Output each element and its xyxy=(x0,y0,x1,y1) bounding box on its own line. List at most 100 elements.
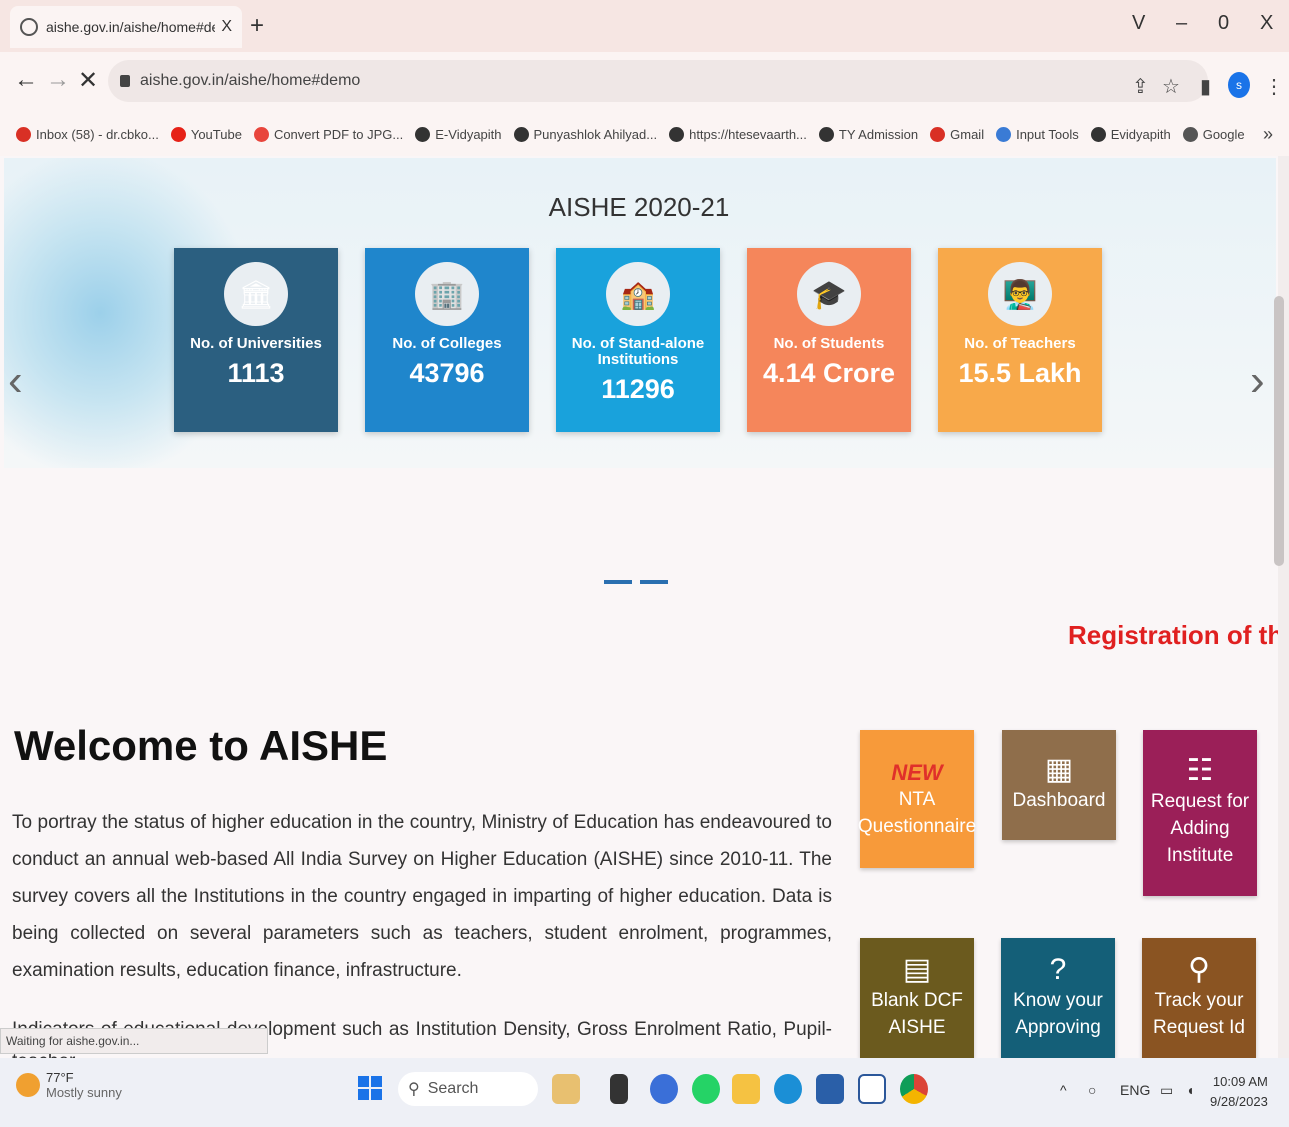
carousel-next-button[interactable]: › xyxy=(1250,356,1265,406)
bookmark-item[interactable]: https://htesevaarth... xyxy=(669,126,807,142)
start-button[interactable] xyxy=(358,1076,382,1100)
tile-label: Know your Approving xyxy=(1013,989,1103,1038)
stat-card[interactable]: 👨‍🏫 No. of Teachers 15.5 Lakh xyxy=(938,248,1102,432)
bookmark-label: E-Vidyapith xyxy=(435,126,502,142)
minimize-button[interactable]: – xyxy=(1176,12,1187,35)
student-icon: 🎓 xyxy=(797,262,861,326)
taskbar-search[interactable]: ⚲ Search xyxy=(398,1072,538,1106)
bookmark-item[interactable]: YouTube xyxy=(170,126,242,142)
carousel-dot[interactable] xyxy=(640,580,668,584)
stat-value: 4.14 Crore xyxy=(762,358,896,388)
taskbar-clock[interactable]: 10:09 AM 9/28/2023 xyxy=(1210,1072,1268,1112)
hero-title: AISHE 2020-21 xyxy=(548,192,730,222)
bookmark-item[interactable]: Gmail xyxy=(930,126,985,142)
back-arrow-icon[interactable]: ← xyxy=(14,66,38,94)
stat-card[interactable]: 🏛 No. of Universities 1113 xyxy=(174,248,338,432)
stat-card[interactable]: 🎓 No. of Students 4.14 Crore xyxy=(747,248,911,432)
stat-card[interactable]: 🏫 No. of Stand-alone Institutions 11296 xyxy=(556,248,720,432)
teacher-icon: 👨‍🏫 xyxy=(988,262,1052,326)
tab-close-icon[interactable]: X xyxy=(221,18,232,36)
tab-title: aishe.gov.in/aishe/home#demo xyxy=(46,19,215,35)
carousel-prev-button[interactable]: ‹ xyxy=(8,356,23,406)
stat-label: No. of Stand-alone Institutions xyxy=(571,335,705,368)
lock-icon xyxy=(120,75,130,87)
stat-value: 15.5 Lakh xyxy=(958,358,1082,388)
profile-avatar[interactable]: s xyxy=(1228,72,1250,98)
page-scrollbar[interactable] xyxy=(1278,156,1289,1058)
menu-kebab-icon[interactable]: ⋮ xyxy=(1264,74,1284,99)
carousel-indicators xyxy=(604,580,668,584)
close-window-button[interactable]: X xyxy=(1260,12,1273,35)
tile-label: Track your Request Id xyxy=(1153,989,1245,1038)
address-bar[interactable]: aishe.gov.in/aishe/home#demo xyxy=(108,60,1208,102)
new-tab-button[interactable]: + xyxy=(250,12,264,40)
widgets-app-icon[interactable] xyxy=(552,1074,580,1104)
forward-arrow-icon[interactable]: → xyxy=(46,66,70,94)
word-app-icon[interactable] xyxy=(858,1074,886,1104)
stat-label: No. of Teachers xyxy=(964,335,1076,352)
bookmark-label: https://htesevaarth... xyxy=(689,126,807,142)
onedrive-icon[interactable]: ○ xyxy=(1088,1082,1096,1098)
bookmark-star-icon[interactable]: ☆ xyxy=(1162,74,1180,99)
page-scrollbar-thumb[interactable] xyxy=(1274,296,1284,566)
quick-link-tile[interactable]: ▤ Blank DCF AISHE xyxy=(860,938,974,1058)
url-text: aishe.gov.in/aishe/home#demo xyxy=(140,72,361,89)
volume-icon[interactable]: ◖ xyxy=(1186,1082,1194,1098)
store-app-icon[interactable] xyxy=(816,1074,844,1104)
side-panel-icon[interactable]: ▮ xyxy=(1200,74,1211,99)
welcome-paragraph: To portray the status of higher educatio… xyxy=(12,812,832,981)
edge-browser-icon[interactable] xyxy=(774,1074,802,1104)
bookmarks-overflow-button[interactable]: » xyxy=(1263,124,1273,145)
bookmark-item[interactable]: Inbox (58) - dr.cbko... xyxy=(16,126,159,142)
sun-icon xyxy=(16,1073,40,1097)
quick-link-tile[interactable]: ☷ Request for Adding Institute xyxy=(1143,730,1257,896)
quick-link-tile[interactable]: ▦ Dashboard xyxy=(1002,730,1116,840)
bookmark-item[interactable]: E-Vidyapith xyxy=(415,126,502,142)
registration-marquee[interactable]: Registration of the xyxy=(1068,620,1278,651)
chat-app-icon[interactable] xyxy=(650,1074,678,1104)
tile-label: Blank DCF AISHE xyxy=(871,989,963,1038)
bookmark-label: Gmail xyxy=(950,126,985,142)
quick-link-tile[interactable]: NEW NTA Questionnaire xyxy=(858,730,976,868)
clock-time: 10:09 AM xyxy=(1212,1074,1268,1089)
share-icon[interactable]: ⇪ xyxy=(1132,74,1149,99)
clock-date: 9/28/2023 xyxy=(1210,1094,1268,1109)
file-explorer-icon[interactable] xyxy=(732,1074,760,1104)
stop-loading-icon[interactable]: ✕ xyxy=(78,66,98,95)
bookmark-item[interactable]: Input Tools xyxy=(996,126,1079,142)
search-icon: ⚲ xyxy=(408,1081,420,1098)
google-icon xyxy=(1182,126,1198,142)
bookmark-item[interactable]: Punyashlok Ahilyad... xyxy=(513,126,657,142)
bookmark-label: Inbox (58) - dr.cbko... xyxy=(36,126,159,142)
stat-value: 1113 xyxy=(227,358,285,388)
quick-link-tile[interactable]: ? Know your Approving xyxy=(1001,938,1115,1058)
bookmark-item[interactable]: Google xyxy=(1182,126,1245,142)
maximize-button[interactable]: 0 xyxy=(1218,12,1229,35)
stat-card[interactable]: 🏢 No. of Colleges 43796 xyxy=(365,248,529,432)
chrome-app-icon[interactable] xyxy=(900,1074,928,1104)
input-tools-icon xyxy=(996,126,1012,142)
dashboard-icon: ▦ xyxy=(1044,753,1074,786)
bookmark-label: Input Tools xyxy=(1016,126,1079,142)
globe-icon xyxy=(513,126,529,142)
bookmark-item[interactable]: TY Admission xyxy=(818,126,919,142)
gmail-icon xyxy=(16,126,31,142)
quick-link-tile[interactable]: ⚲ Track your Request Id xyxy=(1142,938,1256,1058)
tab-search-button[interactable]: V xyxy=(1132,12,1145,35)
tray-overflow-icon[interactable]: ^ xyxy=(1060,1082,1067,1098)
gmail-icon xyxy=(930,126,946,142)
checklist-icon: ☷ xyxy=(1186,754,1214,787)
carousel-dot[interactable] xyxy=(604,580,632,584)
bookmark-label: TY Admission xyxy=(838,126,919,142)
weather-widget[interactable]: 77°F Mostly sunny xyxy=(16,1070,122,1100)
whatsapp-app-icon[interactable] xyxy=(692,1074,720,1104)
file-app-icon[interactable] xyxy=(610,1074,628,1104)
language-indicator[interactable]: ENG xyxy=(1120,1082,1150,1098)
page-content: AISHE 2020-21 🏛 No. of Universities 1113 🏢 N… xyxy=(0,156,1278,1058)
network-icon[interactable]: ▭ xyxy=(1160,1082,1173,1099)
browser-tab[interactable]: aishe.gov.in/aishe/home#demo X xyxy=(10,6,242,48)
document-icon: ▤ xyxy=(902,952,932,986)
bookmark-item[interactable]: Convert PDF to JPG... xyxy=(253,126,403,142)
globe-icon xyxy=(818,126,834,142)
bookmark-item[interactable]: Evidyapith xyxy=(1090,126,1171,142)
